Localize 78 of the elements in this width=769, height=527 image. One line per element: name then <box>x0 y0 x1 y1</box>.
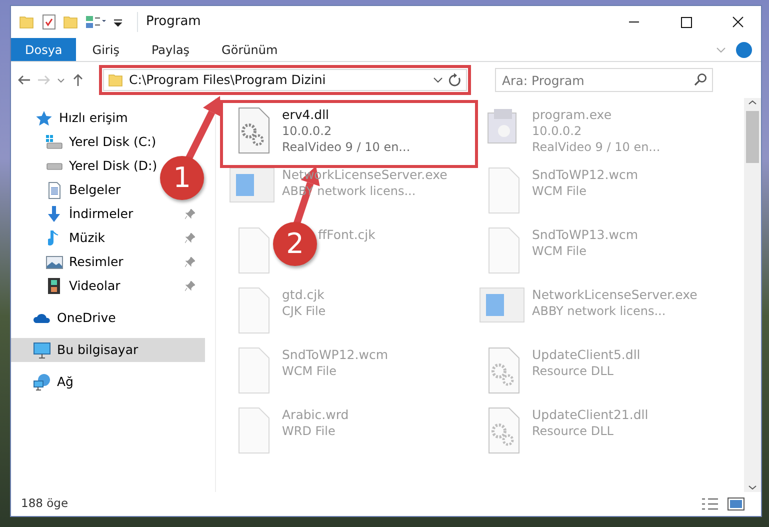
file-detail: RealVideo 9 / 10 en... <box>282 139 410 155</box>
file-name: SndToWP12.wcm <box>282 347 388 363</box>
search-icon <box>694 73 707 86</box>
sidebar-item[interactable]: Müzik <box>11 226 205 250</box>
up-icon[interactable] <box>71 73 85 87</box>
ribbon-tab[interactable]: Görünüm <box>206 38 294 61</box>
details-view-icon[interactable] <box>701 497 719 511</box>
view-icon[interactable] <box>85 14 107 30</box>
file-name: NetworkLicenseServer.exe <box>532 287 698 303</box>
file-name: SndToWP12.wcm <box>532 167 638 183</box>
file-detail: WRD File <box>282 423 336 439</box>
star-icon <box>35 110 53 126</box>
pin-icon[interactable] <box>185 281 195 291</box>
document-icon <box>48 182 60 198</box>
dropdown-icon[interactable] <box>433 75 443 85</box>
search-field[interactable]: Ara: Program <box>495 68 713 92</box>
file-detail: Resource DLL <box>532 423 614 439</box>
application-window-icon[interactable] <box>229 167 275 204</box>
file-menu-tab[interactable]: Dosya <box>11 38 76 61</box>
cloud-icon <box>33 313 51 323</box>
monitor-icon <box>33 342 51 358</box>
scroll-up-icon[interactable] <box>748 98 757 107</box>
picture-icon <box>46 256 62 268</box>
sidebar-item[interactable]: Bu bilgisayar <box>11 338 205 362</box>
item-count: 188 öge <box>21 495 68 512</box>
download-arrow-icon <box>47 206 61 222</box>
file-detail: WCM File <box>532 243 588 259</box>
forward-icon[interactable] <box>37 73 51 87</box>
scrollbar[interactable] <box>744 98 761 492</box>
refresh-icon[interactable] <box>448 73 462 87</box>
pin-icon[interactable] <box>185 209 195 219</box>
file-name: Arabic.wrd <box>282 407 349 423</box>
scroll-thumb[interactable] <box>746 111 759 163</box>
music-note-icon <box>48 230 60 246</box>
folder-icon <box>108 72 124 88</box>
pin-icon[interactable] <box>185 233 195 243</box>
file-detail: 10.0.0.2 <box>282 123 333 139</box>
file-name: UpdateClient21.dll <box>532 407 648 423</box>
film-icon <box>48 278 60 294</box>
sidebar-item[interactable]: İndirmeler <box>11 202 205 226</box>
file-detail: CJK File <box>282 303 326 319</box>
sidebar-item[interactable]: Resimler <box>11 250 205 274</box>
window-title: Program <box>137 12 201 32</box>
file-name: ffFont.cjk <box>318 227 376 243</box>
drive-icon <box>46 162 62 170</box>
file-name: erv4.dll <box>282 107 330 123</box>
file-name: program.exe <box>532 107 613 123</box>
sidebar-item[interactable]: OneDrive <box>11 306 205 330</box>
file-detail: ABBY network licens... <box>532 303 667 319</box>
ribbon-tab[interactable]: Giriş <box>76 38 136 61</box>
sidebar-item[interactable]: Videolar <box>11 274 205 298</box>
tiles-view-icon[interactable] <box>727 497 745 511</box>
file-detail: 10.0.0.2 <box>532 123 583 139</box>
ribbon-tab[interactable]: Paylaş <box>135 38 206 61</box>
file-name: UpdateClient5.dll <box>532 347 640 363</box>
sidebar-item[interactable]: Yerel Disk (C:) <box>11 130 205 154</box>
back-icon[interactable] <box>17 73 31 87</box>
sidebar-item[interactable]: Hızlı erişim <box>11 106 205 130</box>
file-name: SndToWP13.wcm <box>532 227 638 243</box>
file-detail: WCM File <box>532 183 588 199</box>
properties-icon[interactable] <box>41 14 57 30</box>
file-detail: RealVideo 9 / 10 en... <box>532 139 660 155</box>
sidebar-item[interactable]: Ağ <box>11 370 205 394</box>
folder-icon[interactable] <box>19 14 35 30</box>
installer-icon[interactable] <box>486 107 518 145</box>
application-window-icon[interactable] <box>479 287 525 324</box>
scroll-down-icon[interactable] <box>748 483 757 492</box>
file-detail: WCM File <box>282 363 338 379</box>
pin-icon[interactable] <box>185 257 195 267</box>
close-icon[interactable] <box>732 16 744 28</box>
new-folder-icon[interactable] <box>63 14 79 30</box>
address-path: C:\Program Files\Program Dizini <box>129 70 326 89</box>
maximize-icon[interactable] <box>680 16 692 28</box>
file-name: gtd.cjk <box>282 287 326 303</box>
file-detail: Resource DLL <box>532 363 614 379</box>
drive-icon <box>46 135 62 149</box>
network-icon <box>33 374 51 390</box>
address-bar[interactable]: C:\Program Files\Program Dizini <box>103 69 467 91</box>
